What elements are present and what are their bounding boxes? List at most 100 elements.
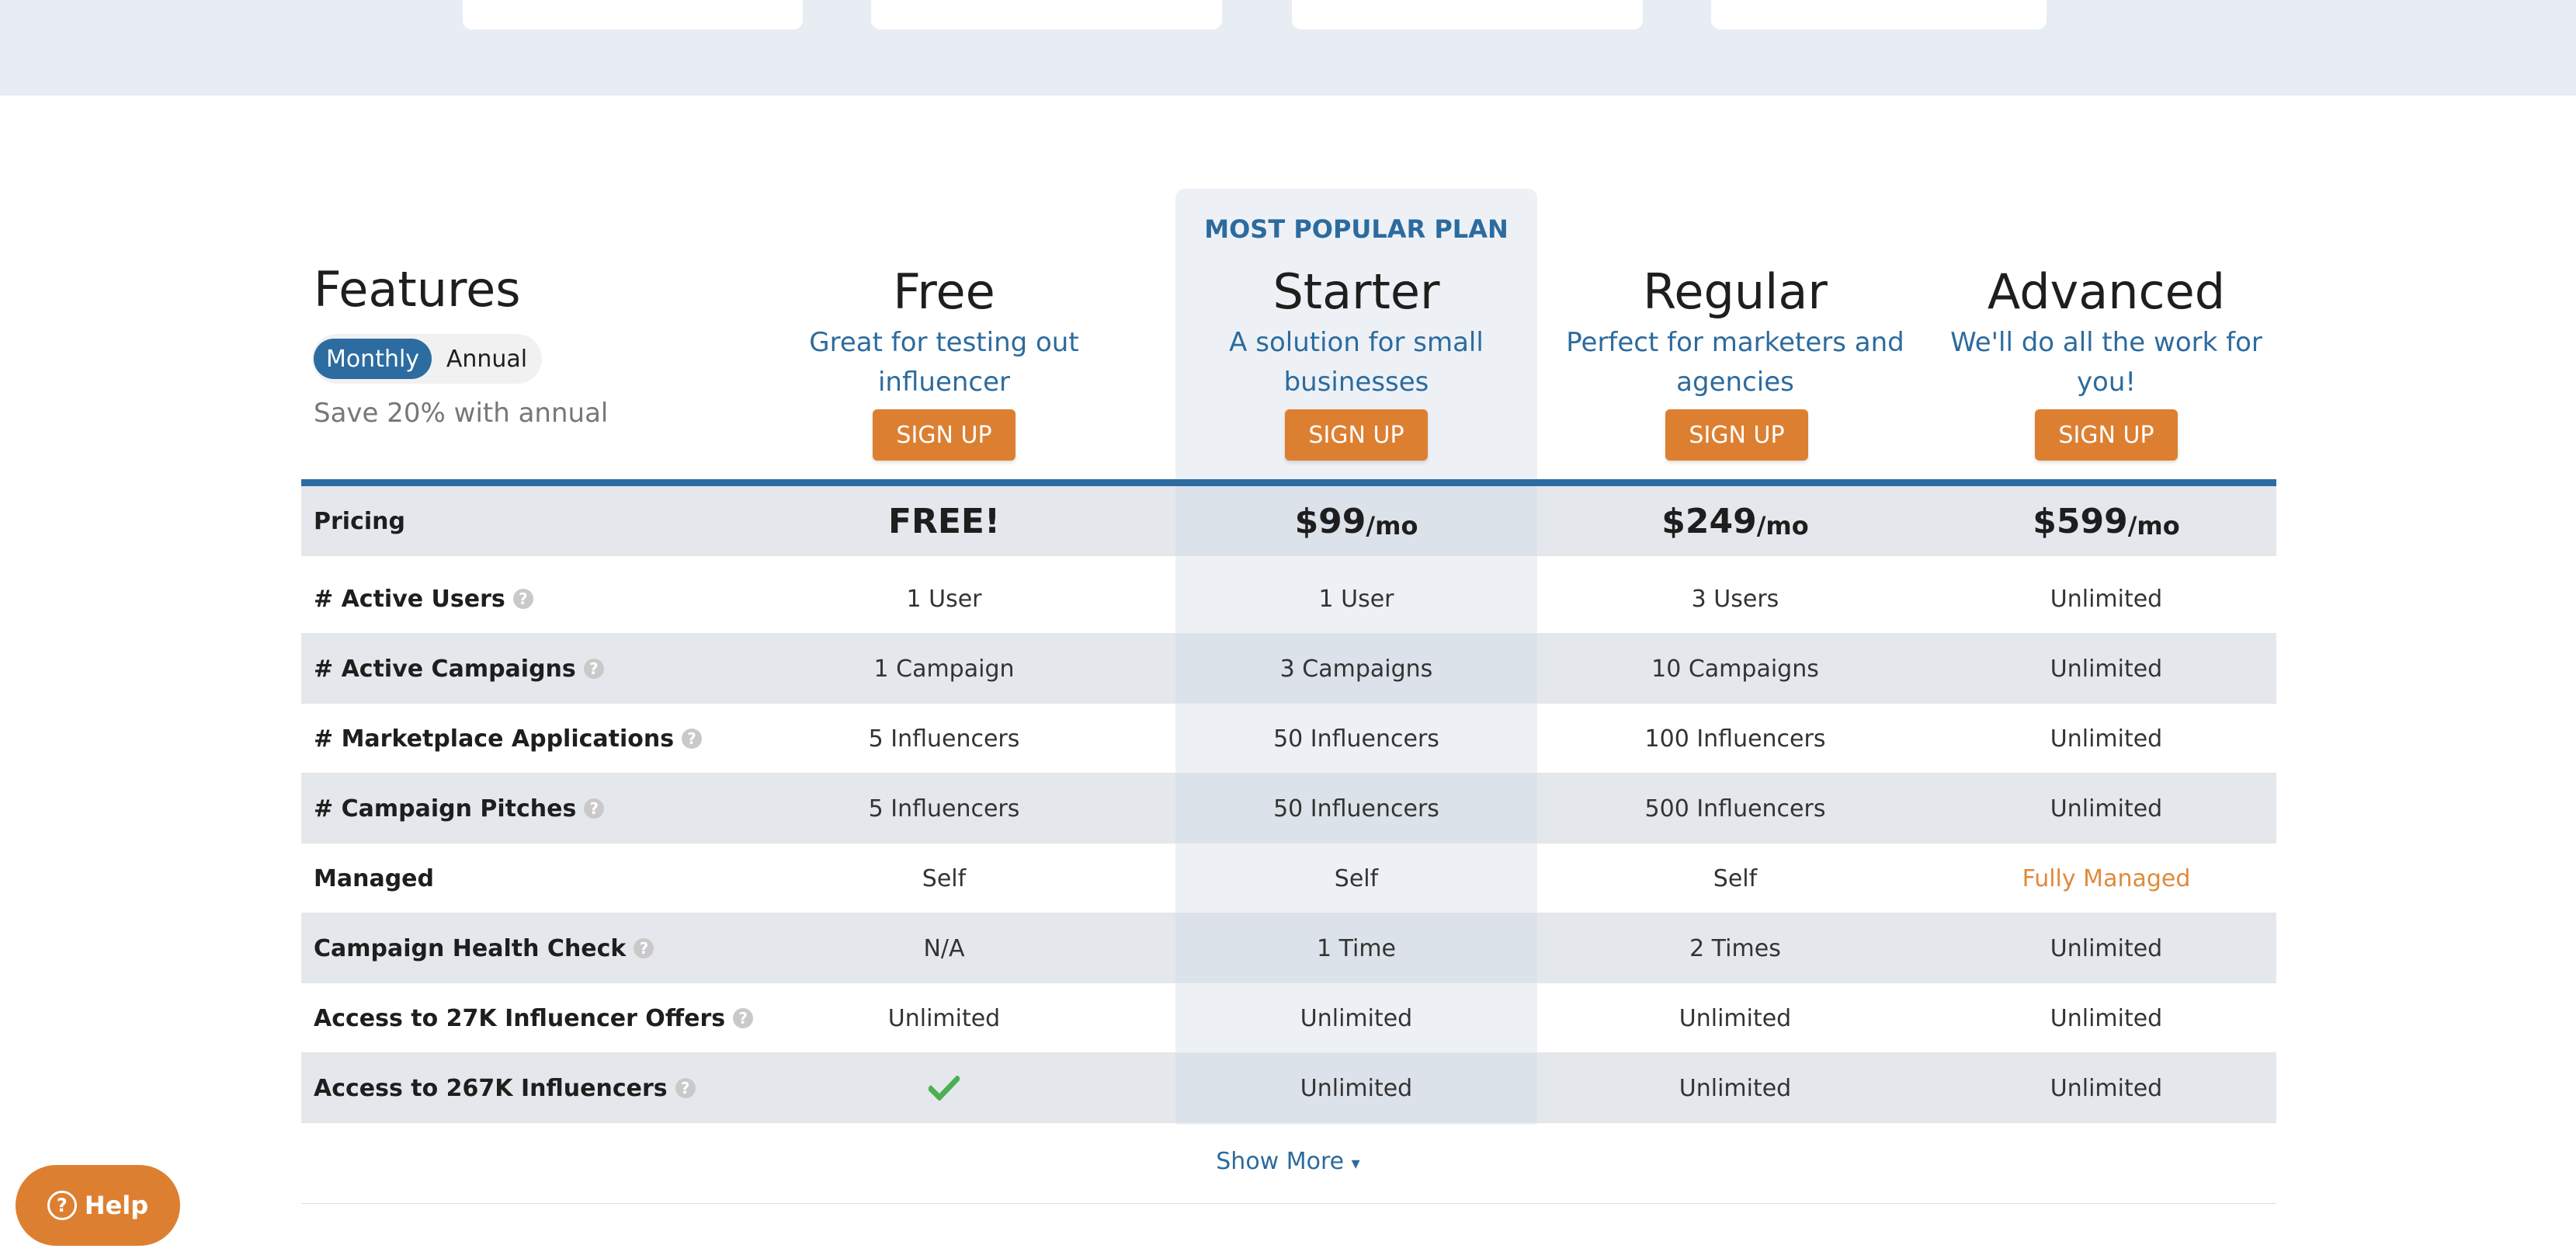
row-label: # Active Campaigns [314, 655, 576, 683]
table-header-rule [301, 479, 2276, 486]
cell-advanced: Unlimited [2050, 795, 2163, 822]
row-label: # Active Users [314, 585, 505, 613]
top-band [0, 0, 2576, 96]
plan-subtitle: We'll do all the work for [1950, 327, 2262, 358]
check-icon [929, 1076, 960, 1101]
price-unit: /mo [2127, 511, 2180, 541]
plan-subtitle: Perfect for marketers and [1566, 327, 1904, 358]
features-title: Features [314, 261, 521, 318]
plan-subtitle: businesses [1283, 367, 1429, 398]
cell-starter: 50 Influencers [1273, 795, 1439, 822]
cell-starter: 1 Time [1316, 934, 1397, 962]
cell-free: Unlimited [887, 1004, 1001, 1032]
table-bottom-rule [301, 1203, 2276, 1204]
cell-advanced: Unlimited [2050, 725, 2163, 753]
plan-name: Free [893, 263, 995, 320]
signup-button-advanced[interactable]: SIGN UP [2035, 409, 2178, 461]
cell-starter: Unlimited [1300, 1004, 1413, 1032]
chevron-down-icon: ▾ [1351, 1154, 1360, 1174]
plan-header-advanced: Advanced We'll do all the work for you! [1925, 261, 2287, 402]
cell-advanced: Unlimited [2050, 1074, 2163, 1102]
billing-toggle[interactable]: Monthly Annual [312, 334, 542, 384]
cell-free: 1 Campaign [873, 655, 1015, 683]
cell-regular: 2 Times [1689, 934, 1781, 962]
cell-free: 1 User [906, 585, 982, 613]
price-starter: $99/mo [1175, 486, 1537, 556]
pricing-row: Pricing FREE! $99/mo $249/mo $599/mo [301, 486, 2276, 556]
most-popular-label: MOST POPULAR PLAN [1204, 214, 1508, 244]
cell-regular: 500 Influencers [1644, 795, 1826, 822]
price-value: FREE! [887, 501, 1001, 541]
cell-free [742, 1053, 1146, 1123]
row-label: Campaign Health Check [314, 934, 627, 962]
help-tooltip-icon[interactable]: ? [675, 1078, 696, 1098]
toggle-annual[interactable]: Annual [435, 339, 539, 379]
cell-advanced: Unlimited [2050, 655, 2163, 683]
cell-regular: 100 Influencers [1644, 725, 1826, 753]
plan-subtitle: A solution for small [1229, 327, 1484, 358]
table-row: # Active Users? 1 User 1 User 3 Users Un… [301, 564, 2276, 634]
show-more-label: Show More [1216, 1148, 1345, 1175]
cell-advanced: Unlimited [2050, 585, 2163, 613]
row-label: # Marketplace Applications [314, 725, 675, 753]
price-unit: /mo [1366, 511, 1418, 541]
table-row: Managed Self Self Self Fully Managed [301, 843, 2276, 913]
cell-starter: Self [1334, 864, 1379, 892]
row-label: Access to 267K Influencers [314, 1074, 668, 1102]
price-advanced: $599/mo [1925, 486, 2287, 556]
help-tooltip-icon[interactable]: ? [584, 798, 605, 819]
table-row: Campaign Health Check? N/A 1 Time 2 Time… [301, 913, 2276, 983]
cell-regular: 3 Users [1691, 585, 1779, 613]
cell-free: 5 Influencers [868, 795, 1020, 822]
toggle-monthly[interactable]: Monthly [314, 339, 432, 379]
price-regular: $249/mo [1545, 486, 1925, 556]
row-label: # Campaign Pitches [314, 795, 577, 822]
row-label: Managed [314, 864, 434, 892]
row-label: Access to 27K Influencer Offers [314, 1004, 726, 1032]
price-free: FREE! [742, 486, 1146, 556]
table-row: Access to 27K Influencer Offers? Unlimit… [301, 983, 2276, 1053]
plan-name: Starter [1272, 263, 1440, 320]
plan-header-regular: Regular Perfect for marketers and agenci… [1545, 261, 1925, 402]
table-row: # Campaign Pitches? 5 Influencers 50 Inf… [301, 774, 2276, 843]
cell-starter: 1 User [1318, 585, 1394, 613]
plan-subtitle: agencies [1676, 367, 1794, 398]
cell-free: N/A [923, 934, 965, 962]
signup-button-starter[interactable]: SIGN UP [1285, 409, 1428, 461]
cell-advanced: Fully Managed [2022, 864, 2191, 892]
cell-starter: Unlimited [1300, 1074, 1413, 1102]
price-value: $599 [2033, 501, 2128, 541]
top-card [1711, 0, 2047, 30]
plan-name: Regular [1643, 263, 1828, 320]
cell-free: 5 Influencers [868, 725, 1020, 753]
help-label: Help [84, 1191, 149, 1220]
help-tooltip-icon[interactable]: ? [634, 938, 654, 958]
price-unit: /mo [1756, 511, 1809, 541]
show-more-link[interactable]: Show More ▾ [0, 1148, 2576, 1175]
table-row: # Marketplace Applications? 5 Influencer… [301, 704, 2276, 774]
question-circle-icon: ? [47, 1191, 77, 1220]
signup-button-free[interactable]: SIGN UP [873, 409, 1015, 461]
price-value: $99 [1294, 501, 1366, 541]
table-row: # Active Campaigns? 1 Campaign 3 Campaig… [301, 634, 2276, 704]
help-tooltip-icon[interactable]: ? [682, 729, 703, 749]
cell-regular: Self [1713, 864, 1758, 892]
cell-regular: 10 Campaigns [1651, 655, 1819, 683]
cell-regular: Unlimited [1679, 1074, 1792, 1102]
cell-advanced: Unlimited [2050, 1004, 2163, 1032]
help-tooltip-icon[interactable]: ? [512, 589, 533, 609]
cell-free: Self [922, 864, 967, 892]
top-card [1292, 0, 1643, 30]
plan-name: Advanced [1987, 263, 2226, 320]
cell-advanced: Unlimited [2050, 934, 2163, 962]
top-card [871, 0, 1222, 30]
signup-button-regular[interactable]: SIGN UP [1665, 409, 1808, 461]
plan-subtitle: Great for testing out influencer [809, 327, 1079, 398]
row-label: Pricing [314, 507, 405, 535]
plan-header-starter: Starter A solution for small businesses [1175, 261, 1537, 402]
save-note: Save 20% with annual [314, 398, 609, 429]
help-button[interactable]: ? Help [16, 1165, 180, 1246]
top-card [463, 0, 803, 30]
help-tooltip-icon[interactable]: ? [583, 659, 604, 679]
cell-regular: Unlimited [1679, 1004, 1792, 1032]
